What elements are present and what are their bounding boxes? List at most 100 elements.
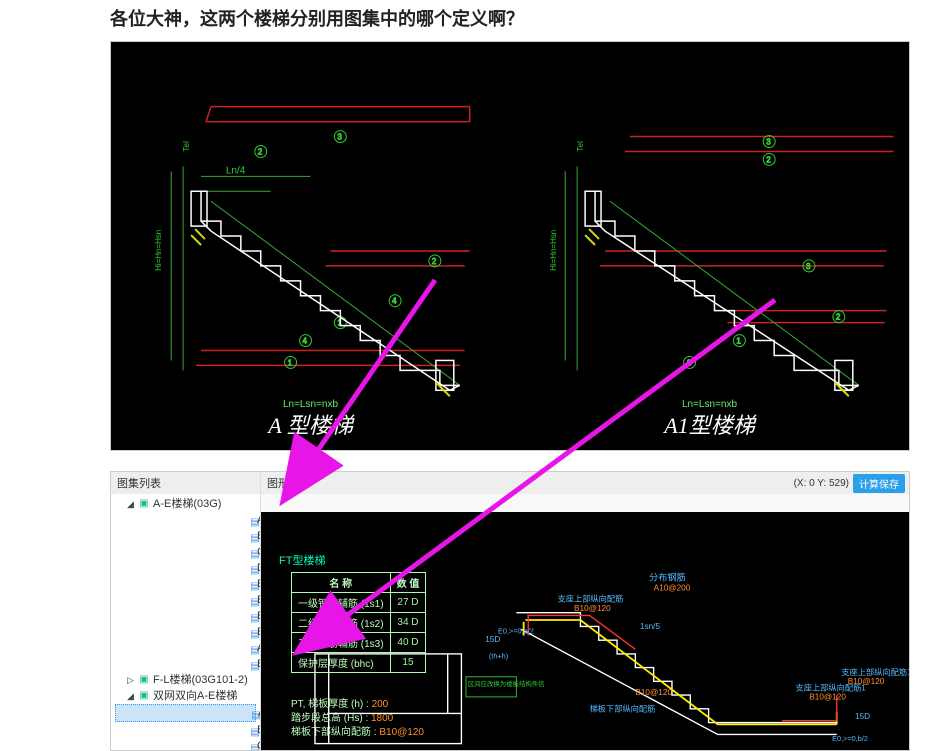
tree-item[interactable]: ▤BT型楼梯 [115, 722, 256, 738]
svg-text:支座上部纵向配筋1: 支座上部纵向配筋1 [841, 667, 909, 677]
svg-text:TeI: TeI [576, 141, 585, 152]
calc-save-button[interactable]: 计算保存 [853, 474, 905, 493]
expand-icon[interactable]: ◢ [127, 688, 137, 704]
coord-readout: (X: 0 Y: 529) [794, 478, 849, 489]
tree-item-label: BT型楼梯 [257, 528, 260, 544]
cad-label-right: A1型楼梯 [664, 408, 754, 440]
page-icon: ▤ [145, 594, 255, 606]
tree-item-label: B-B平台板 [257, 656, 260, 672]
page-icon: ▤ [146, 707, 256, 719]
software-panel: 图集列表 ◢ ▣ A-E楼梯(03G) ▤AT型楼梯▤BT型楼梯▤CT型楼梯▤D… [110, 471, 910, 751]
svg-text:1: 1 [288, 358, 293, 367]
tree-item[interactable]: ▤ET(4)型楼梯 [115, 624, 256, 640]
svg-text:1: 1 [687, 358, 692, 367]
svg-text:2: 2 [836, 313, 841, 322]
svg-text:15D: 15D [485, 635, 500, 644]
tree-item[interactable]: ▤BT型楼梯 [115, 528, 256, 544]
svg-text:TeI: TeI [182, 141, 191, 152]
tree-root-sw-ae-label: 双网双向A-E楼梯 [153, 688, 237, 704]
svg-text:Hi=Hn=Hsn: Hi=Hn=Hsn [549, 230, 558, 271]
cad-label-left: A 型楼梯 [268, 408, 353, 440]
tree-item[interactable]: ▤A-A平台板 [115, 640, 256, 656]
expand-icon[interactable]: ◢ [127, 496, 137, 512]
tree-item-label: BT型楼梯 [257, 722, 260, 738]
tree-item[interactable]: ▤ET(2)型楼梯 [115, 592, 256, 608]
svg-text:Ln/4: Ln/4 [226, 165, 246, 176]
cad-drawing-left: Ln/4 Hi=Hn=Hsn TeI 2 3 2 4 1 4 1 [111, 42, 510, 450]
cad-drawing-right: Hi=Hn=Hsn TeI 3 2 3 2 1 1 [510, 42, 909, 450]
tree-item[interactable]: ▤CT型楼梯 [115, 544, 256, 560]
drawing-canvas[interactable]: FT型楼梯 名 称 数 值 一级钢筋辅筋 (1s1)27 D二级钢筋辅筋 (1s… [261, 512, 909, 750]
svg-text:E0,>=0,b/2: E0,>=0,b/2 [498, 627, 534, 636]
svg-text:B10@120: B10@120 [809, 693, 846, 702]
page-title: 各位大神，这两个楼梯分别用图集中的哪个定义啊？ [110, 5, 925, 31]
svg-text:B10@120: B10@120 [635, 688, 672, 697]
svg-text:2: 2 [258, 147, 263, 156]
svg-text:分布钢筋: 分布钢筋 [649, 572, 686, 583]
tree-item[interactable]: ▤B-B平台板 [115, 656, 256, 672]
svg-text:3: 3 [766, 137, 771, 146]
tree-item-label: ET(2)型楼梯 [257, 592, 260, 608]
tree-item-label: AT型楼梯 [258, 705, 260, 721]
page-icon: ▤ [145, 578, 255, 590]
svg-text:4: 4 [392, 297, 397, 306]
svg-text:15D: 15D [855, 712, 870, 721]
stair-a1-svg: Hi=Hn=Hsn TeI 3 2 3 2 1 1 [510, 42, 909, 450]
svg-text:E0,>=0,b/2: E0,>=0,b/2 [832, 734, 868, 743]
svg-text:B10@120: B10@120 [848, 677, 885, 686]
stair-a-svg: Ln/4 Hi=Hn=Hsn TeI 2 3 2 4 1 4 1 [111, 42, 510, 450]
page-icon: ▤ [145, 514, 255, 526]
svg-text:3: 3 [337, 133, 342, 142]
cad-drawing-area: Ln/4 Hi=Hn=Hsn TeI 2 3 2 4 1 4 1 [110, 41, 910, 451]
tree-item-label: ET(3)型楼梯 [257, 608, 260, 624]
svg-text:区间应改换为楼板结构件信: 区间应改换为楼板结构件信 [468, 679, 545, 688]
tree-item-label: CT型楼梯 [257, 738, 260, 750]
page-icon: ▤ [145, 530, 255, 542]
expand-icon[interactable]: ▷ [127, 672, 137, 688]
tree-item[interactable]: ▤DT型楼梯 [115, 560, 256, 576]
tree-body[interactable]: ◢ ▣ A-E楼梯(03G) ▤AT型楼梯▤BT型楼梯▤CT型楼梯▤DT型楼梯▤… [111, 494, 260, 750]
svg-text:梯板下部纵向配筋: 梯板下部纵向配筋 [590, 704, 656, 714]
graphic-panel: 图形显示 (X: 0 Y: 529) 计算保存 FT型楼梯 名 称 数 值 一级… [261, 472, 909, 750]
tree-item-label: ET(4)型楼梯 [257, 624, 260, 640]
page-icon: ▤ [145, 642, 255, 654]
svg-text:1: 1 [736, 337, 741, 346]
page-icon: ▤ [145, 626, 255, 638]
svg-text:B10@120: B10@120 [574, 604, 611, 613]
tree-item-label: CT型楼梯 [257, 544, 260, 560]
svg-text:(th+h): (th+h) [489, 651, 508, 660]
tree-item[interactable]: ▤AT型楼梯 [115, 704, 256, 722]
svg-text:3: 3 [806, 262, 811, 271]
book-icon: ▣ [137, 690, 151, 702]
page-icon: ▤ [145, 610, 255, 622]
tree-item[interactable]: ▤CT型楼梯 [115, 738, 256, 750]
tree-root-ae[interactable]: ◢ ▣ A-E楼梯(03G) [115, 496, 256, 512]
svg-text:支座上部纵向配筋: 支座上部纵向配筋 [558, 594, 624, 604]
tree-item-label: ET(1)型楼梯 [257, 576, 260, 592]
svg-text:1sn/5: 1sn/5 [640, 622, 661, 631]
book-icon: ▣ [137, 498, 151, 510]
svg-text:2: 2 [766, 155, 771, 164]
tree-panel: 图集列表 ◢ ▣ A-E楼梯(03G) ▤AT型楼梯▤BT型楼梯▤CT型楼梯▤D… [111, 472, 261, 750]
tree-item[interactable]: ▤ET(3)型楼梯 [115, 608, 256, 624]
tree-item[interactable]: ▤AT型楼梯 [115, 512, 256, 528]
tree-root-fl-label: F-L楼梯(03G101-2) [153, 672, 248, 688]
tree-root-fl[interactable]: ▷ ▣ F-L楼梯(03G101-2) [115, 672, 256, 688]
tree-root-ae-label: A-E楼梯(03G) [153, 496, 221, 512]
tree-item-label: AT型楼梯 [257, 512, 260, 528]
tree-panel-header: 图集列表 [111, 472, 260, 494]
detail-svg: 支座上部纵向配筋 B10@120 分布钢筋 A10@200 1sn/5 15D … [261, 512, 909, 750]
page-icon: ▤ [145, 562, 255, 574]
book-icon: ▣ [137, 674, 151, 686]
page-icon: ▤ [145, 724, 255, 736]
tree-item-label: DT型楼梯 [257, 560, 260, 576]
tree-item-label: A-A平台板 [257, 640, 260, 656]
tree-root-sw-ae[interactable]: ◢ ▣ 双网双向A-E楼梯 [115, 688, 256, 704]
tree-item[interactable]: ▤ET(1)型楼梯 [115, 576, 256, 592]
svg-text:2: 2 [432, 257, 437, 266]
svg-text:4: 4 [303, 337, 308, 346]
svg-text:A10@200: A10@200 [654, 584, 691, 593]
page-icon: ▤ [145, 740, 255, 750]
page-icon: ▤ [145, 546, 255, 558]
svg-text:Hi=Hn=Hsn: Hi=Hn=Hsn [154, 230, 163, 271]
